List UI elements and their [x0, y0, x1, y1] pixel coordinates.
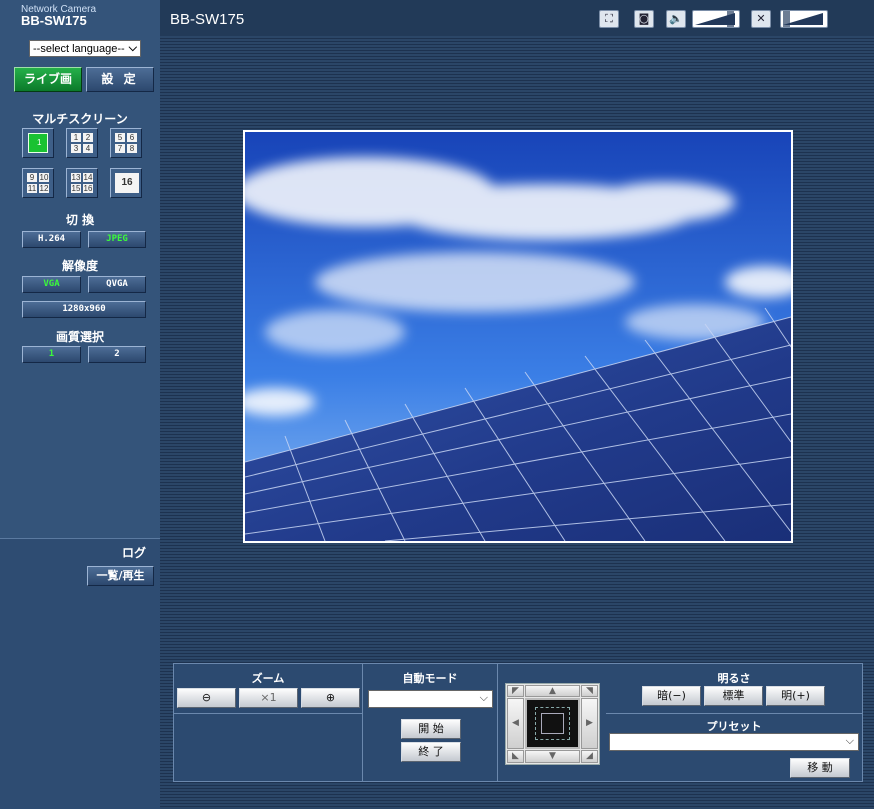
log-title: ログ: [121, 546, 146, 560]
brightness-dark-button[interactable]: 暗(−): [642, 686, 701, 706]
mic-mute-icon[interactable]: ✕: [751, 10, 771, 28]
brightness-bright-button[interactable]: 明(+): [766, 686, 825, 706]
ptz-center-button[interactable]: [525, 698, 580, 749]
brightness-standard-button[interactable]: 標準: [704, 686, 763, 706]
language-select[interactable]: --select language-- ⌵: [29, 40, 141, 57]
fullscreen-icon[interactable]: ⛶: [599, 10, 619, 28]
quality-1-button[interactable]: 1: [22, 346, 81, 363]
chevron-down-icon: ⌵: [845, 735, 854, 747]
pan-up-left-button[interactable]: ◤: [507, 685, 524, 697]
pan-down-left-button[interactable]: ◣: [507, 750, 524, 763]
live-video[interactable]: [245, 132, 791, 541]
preset-title: プリセット: [706, 720, 762, 733]
tab-settings[interactable]: 設 定: [86, 67, 154, 92]
language-select-value: --select language--: [33, 43, 125, 55]
multiscreen-quad-9-12-icon[interactable]: 9 10 11 12: [22, 168, 54, 198]
zoom-x1-button[interactable]: ×1: [239, 688, 298, 708]
multiscreen-quad-5-8-icon[interactable]: 5678: [110, 128, 142, 158]
mic-volume-slider[interactable]: [780, 10, 828, 28]
pan-down-right-button[interactable]: ◢: [581, 750, 598, 763]
preset-select[interactable]: ⌵: [609, 733, 859, 751]
vga-button[interactable]: VGA: [22, 276, 81, 293]
pan-up-right-button[interactable]: ◥: [581, 685, 598, 697]
camera-title: BB-SW175: [170, 11, 245, 28]
jpeg-button[interactable]: JPEG: [88, 231, 146, 248]
pan-right-button[interactable]: ▶: [581, 698, 598, 749]
h264-button[interactable]: H.264: [22, 231, 81, 248]
auto-mode-title: 自動モード: [402, 672, 458, 685]
switch-title: 切 換: [65, 213, 95, 227]
tilt-down-button[interactable]: ▼: [525, 750, 580, 763]
log-list-play-button[interactable]: 一覧/再生: [87, 566, 154, 586]
brightness-section: 明るさ 暗(−) 標準 明(+): [606, 664, 862, 714]
video-frame: [243, 130, 793, 543]
brightness-title: 明るさ: [717, 672, 751, 685]
resolution-title: 解像度: [61, 259, 98, 273]
zoom-section: ズーム ⊖ ×1 ⊕: [174, 664, 363, 714]
brand-model: BB-SW175: [21, 13, 87, 28]
live-image: [245, 132, 791, 541]
top-bar: BB-SW175 ⛶ ◙ 🔈 ✕: [160, 0, 874, 36]
speaker-icon[interactable]: 🔈: [666, 10, 686, 28]
multiscreen-single-icon[interactable]: [22, 128, 54, 158]
zoom-out-button[interactable]: ⊖: [177, 688, 236, 708]
multiscreen-16-icon[interactable]: 16: [110, 168, 142, 198]
chevron-down-icon: ⌵: [479, 692, 488, 704]
ptz-pad: ◤ ▲ ◥ ◀ ▶ ◣ ▼ ◢: [505, 683, 600, 765]
speaker-volume-knob[interactable]: [727, 11, 734, 27]
sidebar: Network Camera BB-SW175 --select languag…: [0, 0, 160, 809]
control-panel: ズーム ⊖ ×1 ⊕ 自動モード ⌵ 開 始 終 了 ◤ ▲ ◥ ◀ ▶ ◣ ▼…: [173, 663, 863, 782]
speaker-volume-slider[interactable]: [692, 10, 740, 28]
qvga-button[interactable]: QVGA: [88, 276, 146, 293]
chevron-down-icon: ⌵: [128, 42, 137, 54]
auto-mode-section: 自動モード ⌵ 開 始 終 了: [363, 664, 498, 781]
multiscreen-title: マルチスクリーン: [32, 112, 128, 126]
preset-section: プリセット ⌵ 移 動: [606, 714, 862, 781]
multiscreen-quad-1-4-icon[interactable]: 1234: [66, 128, 98, 158]
1280x960-button[interactable]: 1280x960: [22, 301, 146, 318]
camera-snapshot-icon[interactable]: ◙: [634, 10, 654, 28]
auto-mode-start-button[interactable]: 開 始: [401, 719, 461, 739]
mic-volume-knob[interactable]: [783, 11, 790, 27]
multiscreen-quad-13-16-icon[interactable]: 13 14 15 16: [66, 168, 98, 198]
auto-mode-stop-button[interactable]: 終 了: [401, 742, 461, 762]
quality-title: 画質選択: [55, 330, 104, 344]
preset-move-button[interactable]: 移 動: [790, 758, 850, 778]
tab-live[interactable]: ライブ画: [14, 67, 82, 92]
zoom-in-button[interactable]: ⊕: [301, 688, 360, 708]
zoom-title: ズーム: [251, 672, 285, 685]
zoom-lower: [174, 714, 363, 781]
auto-mode-select[interactable]: ⌵: [368, 690, 493, 708]
pan-left-button[interactable]: ◀: [507, 698, 524, 749]
tilt-up-button[interactable]: ▲: [525, 685, 580, 697]
quality-2-button[interactable]: 2: [88, 346, 146, 363]
